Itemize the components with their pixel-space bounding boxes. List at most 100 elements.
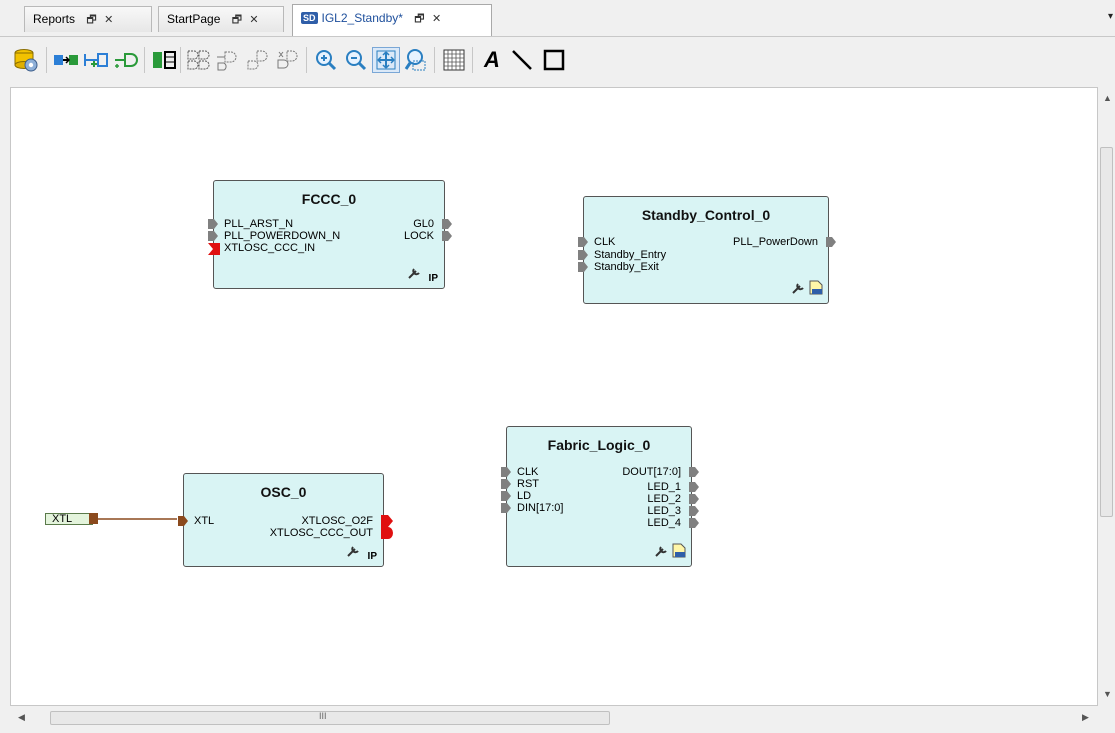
wrench-icon	[655, 544, 669, 562]
output-port-icon[interactable]	[442, 219, 452, 229]
input-port-icon[interactable]	[178, 516, 188, 526]
pin-lock: LOCK	[404, 230, 434, 242]
scroll-left-icon[interactable]: ◀	[18, 712, 25, 723]
split-icon[interactable]	[150, 47, 178, 73]
pin-led-3: LED_3	[647, 505, 681, 517]
pin-din: DIN[17:0]	[517, 502, 564, 514]
close-icon[interactable]: ✕	[432, 13, 441, 25]
pin-dout: DOUT[17:0]	[622, 466, 681, 478]
group-icon[interactable]	[184, 47, 212, 73]
zoom-area-icon[interactable]	[402, 47, 430, 73]
grid-icon[interactable]	[440, 47, 468, 73]
smartdesign-canvas[interactable]: XTL FCCC_0 PLL_ARST_N PLL_POWERDOWN_N XT…	[10, 87, 1098, 706]
float-icon[interactable]: 🗗	[86, 14, 96, 26]
database-gear-icon[interactable]	[12, 47, 40, 73]
output-port-icon[interactable]	[689, 506, 699, 516]
block-title: Standby_Control_0	[641, 207, 771, 223]
pin-led-4: LED_4	[647, 517, 681, 529]
wrench-icon	[792, 281, 806, 299]
scroll-up-icon[interactable]: ▲	[1103, 93, 1112, 103]
rectangle-tool-icon[interactable]	[540, 47, 568, 73]
pin-pll-arst-n: PLL_ARST_N	[224, 218, 294, 230]
top-level-port-xtl[interactable]: XTL	[45, 513, 93, 525]
pin-led-1: LED_1	[647, 481, 681, 493]
output-port-icon[interactable]	[689, 467, 699, 477]
ip-badge: IP	[428, 273, 438, 284]
line-tool-icon[interactable]	[508, 47, 536, 73]
ip-badge: IP	[367, 551, 377, 562]
close-icon[interactable]: ✕	[104, 14, 113, 26]
block-title: Fabric_Logic_0	[547, 437, 651, 453]
add-port-icon[interactable]	[112, 47, 140, 73]
tab-label: IGL2_Standby*	[321, 11, 403, 25]
tab-reports[interactable]: Reports 🗗 ✕	[24, 6, 152, 32]
tie-low-icon[interactable]	[214, 47, 242, 73]
input-port-icon[interactable]	[501, 479, 511, 489]
fit-icon[interactable]	[372, 47, 400, 73]
output-port-icon[interactable]	[689, 494, 699, 504]
pin-rst: RST	[517, 478, 539, 490]
unconnected-port-icon[interactable]	[208, 243, 220, 255]
smartdesign-icon: SD	[301, 12, 318, 24]
input-port-icon[interactable]	[208, 219, 218, 229]
zoom-out-icon[interactable]	[342, 47, 370, 73]
pin-xtlosc-o2f: XTLOSC_O2F	[301, 515, 373, 527]
scroll-grip: III	[319, 711, 327, 721]
horizontal-scrollbar[interactable]: ◀ III ▶	[10, 708, 1098, 728]
pin-pll-powerdown-n: PLL_POWERDOWN_N	[224, 230, 341, 242]
block-title: FCCC_0	[301, 191, 357, 207]
block-fccc-0[interactable]: FCCC_0 PLL_ARST_N PLL_POWERDOWN_N XTLOSC…	[208, 180, 452, 289]
scroll-down-icon[interactable]: ▼	[1103, 689, 1112, 699]
pin-standby-exit: Standby_Exit	[594, 261, 659, 273]
tie-high-icon[interactable]	[244, 47, 272, 73]
scroll-right-icon[interactable]: ▶	[1082, 712, 1089, 723]
output-port-icon[interactable]	[689, 482, 699, 492]
top-port-label: XTL	[52, 513, 73, 525]
net-wire-xtl[interactable]	[11, 88, 1097, 705]
top-port-connector-icon	[89, 513, 98, 524]
pin-xtlosc-ccc-in: XTLOSC_CCC_IN	[224, 242, 316, 254]
hdl-file-icon	[809, 280, 823, 300]
wrench-icon	[408, 266, 422, 284]
float-icon[interactable]: 🗗	[232, 14, 242, 26]
vertical-scrollbar[interactable]: ▲ ▼	[1098, 87, 1115, 706]
block-title: OSC_0	[260, 484, 307, 500]
input-port-icon[interactable]	[208, 231, 218, 241]
output-port-icon[interactable]	[826, 237, 836, 247]
input-port-icon[interactable]	[501, 503, 511, 513]
mark-unused-icon[interactable]	[274, 47, 302, 73]
close-icon[interactable]: ✕	[249, 14, 258, 26]
horizontal-scroll-thumb[interactable]: III	[50, 711, 610, 725]
block-standby-control-0[interactable]: Standby_Control_0 CLK Standby_Entry Stan…	[578, 196, 836, 304]
tab-label: StartPage	[167, 12, 221, 26]
input-port-icon[interactable]	[578, 237, 588, 247]
output-port-icon[interactable]	[689, 518, 699, 528]
input-port-icon[interactable]	[501, 491, 511, 501]
block-osc-0[interactable]: OSC_0 XTL XTLOSC_O2F XTLOSC_CCC_OUT IP	[178, 473, 393, 567]
block-fabric-logic-0[interactable]: Fabric_Logic_0 CLK RST LD DIN[17:0] DOUT…	[501, 426, 699, 567]
hdl-file-icon	[672, 543, 686, 563]
input-port-icon[interactable]	[578, 262, 588, 272]
pin-ld: LD	[517, 490, 532, 502]
connect-icon[interactable]	[52, 47, 80, 73]
unconnected-port-icon[interactable]	[381, 515, 393, 527]
tab-list-dropdown-icon[interactable]: ▾	[1108, 11, 1113, 22]
tab-label: Reports	[33, 12, 76, 26]
document-tab-bar: Reports 🗗 ✕ StartPage 🗗 ✕ SD IGL2_Standby…	[0, 0, 1115, 37]
tab-startpage[interactable]: StartPage 🗗 ✕	[158, 6, 284, 32]
float-icon[interactable]: 🗗	[414, 13, 424, 25]
input-port-icon[interactable]	[501, 467, 511, 477]
canvas-toolbar: A	[0, 37, 1115, 87]
input-port-icon[interactable]	[578, 250, 588, 260]
pin-pll-powerdown: PLL_PowerDown	[733, 236, 818, 248]
output-port-icon[interactable]	[442, 231, 452, 241]
promote-port-icon[interactable]	[82, 47, 110, 73]
pin-clk: CLK	[517, 466, 539, 478]
zoom-in-icon[interactable]	[312, 47, 340, 73]
text-tool-icon[interactable]: A	[478, 47, 506, 73]
pin-xtl: XTL	[194, 515, 215, 527]
vertical-scroll-thumb[interactable]	[1100, 147, 1113, 517]
pin-xtlosc-ccc-out: XTLOSC_CCC_OUT	[269, 527, 373, 539]
unconnected-port-icon[interactable]	[381, 527, 393, 539]
tab-igl2-standby[interactable]: SD IGL2_Standby* 🗗 ✕	[292, 4, 492, 36]
